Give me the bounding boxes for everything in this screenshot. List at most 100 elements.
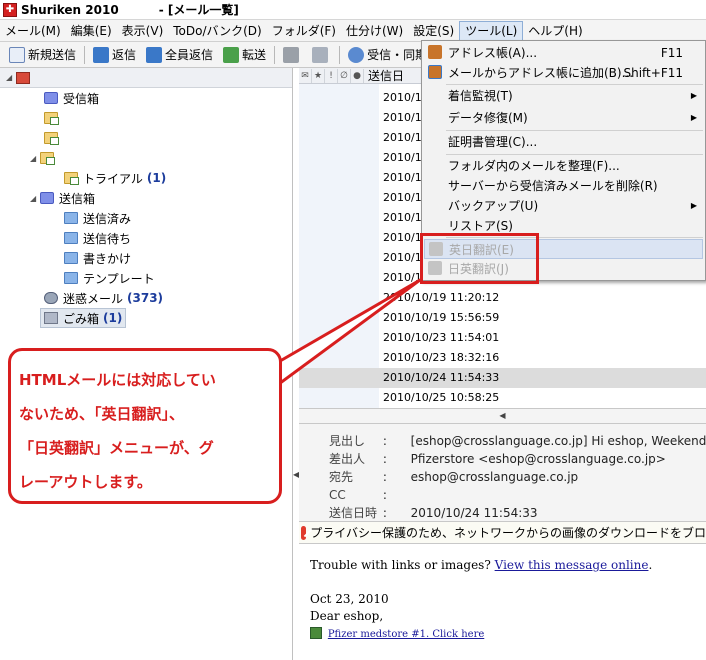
- folder-trash[interactable]: ごみ箱 (1): [40, 308, 127, 328]
- folder-icon: [64, 172, 79, 185]
- add-contact-icon: [428, 65, 442, 79]
- folder-trial[interactable]: トライアル (1): [64, 168, 166, 188]
- menu-item-backup[interactable]: バックアップ(U) ▶: [424, 196, 703, 216]
- date-label: 送信日時: [329, 506, 378, 520]
- folder-sent-wait[interactable]: 送信待ち: [64, 228, 131, 248]
- from-value[interactable]: Pfizerstore <eshop@crosslanguage.co.jp>: [411, 452, 666, 466]
- menu-item-label: 着信監視(T): [448, 89, 513, 103]
- list-icon-columns: [299, 84, 379, 408]
- menu-help[interactable]: ヘルプ(H): [523, 21, 587, 41]
- folder-drafts[interactable]: 書きかけ: [64, 248, 131, 268]
- menu-view[interactable]: 表示(V): [117, 21, 169, 41]
- trash-icon: [312, 46, 329, 63]
- message-row[interactable]: 2010/10/19 11:20:12: [379, 288, 706, 308]
- preview-splitter[interactable]: ◀: [299, 408, 706, 424]
- folder-label: 送信待ち: [83, 231, 132, 246]
- subject-label: 見出し: [329, 434, 366, 448]
- sync-button[interactable]: 受信・同期: [343, 44, 432, 66]
- privacy-notice-bar[interactable]: プライバシー保護のため、ネットワークからの画像のダウンロードをブロ: [299, 522, 706, 544]
- attachment-column-icon[interactable]: ∅: [338, 68, 351, 83]
- menu-item-organize[interactable]: フォルダ内のメールを整理(F)...: [424, 156, 703, 176]
- menu-settings[interactable]: 設定(S): [408, 21, 459, 41]
- reply-all-button[interactable]: 全員返信: [141, 44, 218, 66]
- colon: :: [382, 488, 387, 502]
- privacy-notice-text: プライバシー保護のため、ネットワークからの画像のダウンロードをブロ: [310, 526, 706, 540]
- menu-item-incoming-monitor[interactable]: 着信監視(T) ▶: [424, 86, 703, 106]
- folder-templates[interactable]: テンプレート: [64, 268, 155, 288]
- menu-item-cert-manager[interactable]: 証明書管理(C)...: [424, 132, 703, 152]
- annotation-highlight-box: [420, 233, 539, 284]
- view-online-link[interactable]: View this message online: [495, 558, 649, 572]
- address-book-icon: [428, 45, 442, 59]
- callout-text-line: HTMLメールには対応してい: [19, 371, 216, 389]
- menu-todo[interactable]: ToDo/バンク(D): [168, 21, 266, 41]
- callout-text-line: レーアウトします。: [19, 473, 152, 491]
- spam-icon: [44, 292, 58, 304]
- unread-count: (1): [146, 171, 167, 185]
- folder-inbox[interactable]: 受信箱: [44, 88, 99, 108]
- to-label: 宛先: [329, 470, 354, 484]
- new-mail-button[interactable]: 新規送信: [4, 44, 81, 66]
- message-row[interactable]: 2010/10/19 15:56:59: [379, 308, 706, 328]
- folder-spam[interactable]: 迷惑メール (373): [44, 288, 163, 308]
- print-button[interactable]: [278, 44, 307, 66]
- folder-sent-done[interactable]: 送信済み: [64, 208, 131, 228]
- date-column-header[interactable]: 送信日: [364, 67, 404, 84]
- medstore-link[interactable]: Pfizer medstore #1. Click here: [328, 629, 484, 640]
- flag-column-icon[interactable]: !: [325, 68, 338, 83]
- menu-mail[interactable]: メール(M): [0, 21, 66, 41]
- window-title: - [メール一覧]: [158, 3, 239, 17]
- forward-button[interactable]: 転送: [218, 44, 271, 66]
- colon: :: [382, 470, 387, 484]
- expand-arrow-icon[interactable]: ◢: [30, 194, 40, 203]
- message-row[interactable]: 2010/10/23 11:54:01: [379, 328, 706, 348]
- envelope-column-icon[interactable]: ✉: [299, 68, 312, 83]
- message-row[interactable]: 2010/10/24 11:54:33: [299, 368, 706, 388]
- folder-icon: [64, 212, 78, 224]
- folder-label: 迷惑メール: [63, 291, 124, 306]
- menu-edit[interactable]: 編集(E): [66, 21, 117, 41]
- sync-icon: [348, 46, 365, 63]
- expand-arrow-icon[interactable]: ◢: [30, 154, 40, 163]
- menu-item-address-book[interactable]: アドレス帳(A)... F11: [424, 43, 703, 63]
- folder-unnamed-1[interactable]: [44, 108, 63, 128]
- menu-separator: [446, 154, 703, 155]
- menu-tools[interactable]: ツール(L): [459, 20, 524, 41]
- submenu-arrow-icon: ▶: [690, 201, 697, 210]
- cc-row: CC :: [299, 486, 407, 504]
- folder-label: 送信済み: [83, 211, 132, 226]
- to-value[interactable]: eshop@crosslanguage.co.jp: [411, 470, 579, 484]
- message-row[interactable]: 2010/10/23 18:32:16: [379, 348, 706, 368]
- body-date: Oct 23, 2010: [310, 592, 389, 606]
- broken-image-icon: [310, 627, 322, 639]
- menu-folder[interactable]: フォルダ(F): [267, 21, 341, 41]
- menu-sort[interactable]: 仕分け(W): [341, 21, 408, 41]
- folder-unnamed-3[interactable]: ◢: [30, 148, 59, 168]
- unread-count: (1): [103, 311, 123, 325]
- menu-item-add-from-mail[interactable]: メールからアドレス帳に追加(B)... Shift+F11: [424, 63, 703, 83]
- reply-button[interactable]: 返信: [88, 44, 141, 66]
- date-row: 送信日時 : 2010/10/24 11:54:33: [299, 504, 538, 521]
- menu-item-label: 証明書管理(C)...: [448, 135, 538, 149]
- folder-label: 書きかけ: [83, 251, 132, 266]
- folder-icon: [44, 132, 59, 145]
- star-column-icon[interactable]: ★: [312, 68, 325, 83]
- reply-all-icon: [146, 46, 163, 63]
- collapse-arrow-icon[interactable]: ◢: [6, 73, 16, 82]
- folder-label: ごみ箱: [63, 311, 100, 326]
- folder-label: トライアル: [83, 171, 143, 186]
- message-row[interactable]: 2010/10/25 10:58:25: [379, 388, 706, 408]
- body-image-link-row: Pfizer medstore #1. Click here: [310, 626, 484, 640]
- menu-item-delete-server[interactable]: サーバーから受信済みメールを削除(R): [424, 176, 703, 196]
- person-column-icon[interactable]: ●: [351, 68, 364, 83]
- submenu-arrow-icon: ▶: [690, 113, 697, 122]
- folder-label: 受信箱: [63, 91, 100, 106]
- unread-count: (373): [127, 291, 164, 305]
- delete-button[interactable]: [307, 44, 336, 66]
- inbox-icon: [44, 92, 58, 104]
- account-icon: [16, 71, 30, 84]
- subject-value: [eshop@crosslanguage.co.jp] Hi eshop, We…: [410, 434, 706, 448]
- folder-sent-box[interactable]: ◢ 送信箱: [30, 188, 95, 208]
- folder-unnamed-2[interactable]: [44, 128, 63, 148]
- menu-item-data-repair[interactable]: データ修復(M) ▶: [424, 108, 703, 128]
